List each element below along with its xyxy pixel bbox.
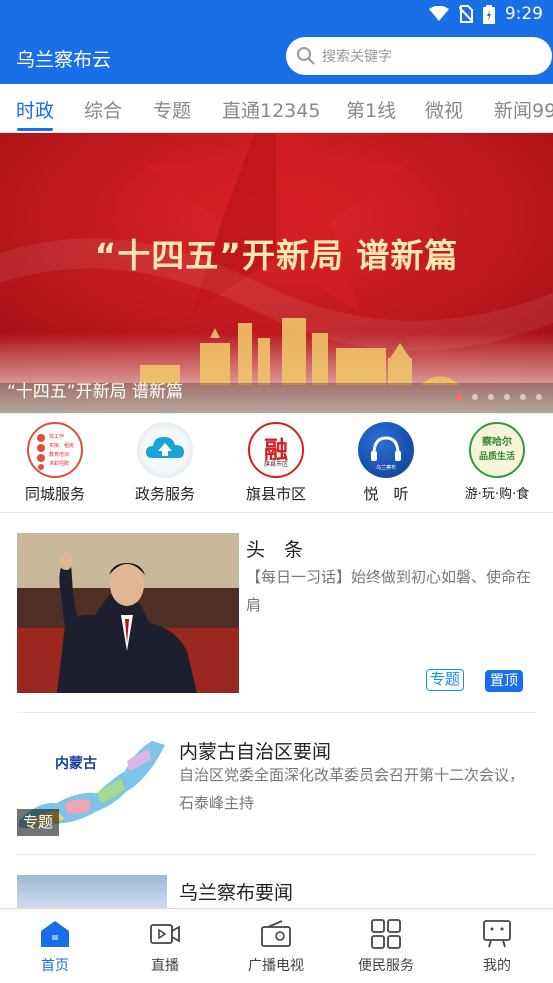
live-video-icon	[150, 924, 180, 944]
service-label: 旗县市区	[245, 485, 306, 503]
badge-line: 求职招聘	[49, 461, 70, 467]
service-label: 游·玩·购·食	[464, 487, 530, 502]
lifestyle-sub: 品质生活	[478, 452, 515, 462]
carousel-dot[interactable]	[504, 394, 510, 400]
home-icon	[41, 921, 69, 947]
channel-tabs: 时政 综合 专题 直通12345 第1线 微视 新闻99	[0, 84, 553, 133]
nav-home[interactable]: 首页	[0, 919, 110, 975]
headphones-icon: 乌兰察布	[358, 422, 414, 478]
banner-caption: “十四五”开新局 谱新篇	[7, 382, 184, 402]
news-thumbnail	[17, 875, 167, 908]
tag-zhuanti[interactable]: 专题	[426, 669, 465, 691]
divider	[17, 712, 536, 713]
wifi-icon	[428, 6, 449, 21]
grid-services-icon	[371, 919, 401, 949]
tab-zhuanti[interactable]: 专题	[153, 96, 191, 123]
nav-services[interactable]: 便民服务	[331, 919, 441, 975]
nav-label: 广播电视	[248, 958, 304, 974]
carousel-dots	[456, 394, 542, 400]
service-label: 同城服务	[24, 485, 85, 503]
app-title: 乌兰察布云	[16, 49, 112, 71]
map-title: 内蒙古	[55, 756, 97, 772]
rong-logo-icon: 融 旗县市区	[248, 422, 304, 478]
rong-sub: 旗县市区	[263, 461, 288, 468]
news-title: 头 条	[246, 539, 304, 561]
badge-line: 买房、租房	[49, 443, 75, 449]
divider	[17, 854, 536, 855]
carousel-dot[interactable]	[456, 394, 462, 400]
search-placeholder: 搜索关键字	[322, 49, 392, 65]
service-qixian[interactable]: 融 旗县市区 旗县市区	[221, 422, 331, 504]
tab-xinwen[interactable]: 新闻99	[494, 96, 553, 123]
search-icon	[297, 47, 315, 65]
nav-live[interactable]: 直播	[110, 919, 220, 975]
tab-weishi[interactable]: 微视	[425, 96, 463, 123]
tab-diyixian[interactable]: 第1线	[346, 96, 396, 123]
carousel-dot[interactable]	[520, 394, 526, 400]
nav-profile[interactable]: 我的	[442, 919, 552, 975]
carousel-dot[interactable]	[536, 394, 542, 400]
tab-zonghe[interactable]: 综合	[84, 96, 122, 123]
battery-icon	[482, 4, 495, 24]
news-summary: 自治区党委全面深化改革委员会召开第十二次会议，石泰峰主持	[179, 766, 525, 812]
nav-label: 直播	[151, 958, 179, 974]
bottom-navigation: 首页 直播 广播电视 便民服务 我的	[0, 908, 553, 983]
banner-headline: “十四五”开新局 谱新篇	[94, 236, 459, 275]
service-zhengwu[interactable]: 政务服务	[110, 422, 220, 504]
city-service-icon: 找工作 买房、租房 教育培训 求职招聘	[27, 422, 83, 478]
tag-pinned: 置顶	[485, 670, 523, 692]
active-tab-indicator	[17, 128, 53, 131]
app-bar: 乌兰察布云 搜索关键字	[0, 30, 553, 84]
nav-radio-tv[interactable]: 广播电视	[221, 919, 331, 975]
service-lifestyle[interactable]: 察哈尔 品质生活 游·玩·购·食	[442, 422, 552, 502]
lifestyle-glyph: 察哈尔	[482, 437, 512, 448]
clock: 9:29	[504, 4, 543, 24]
carousel-dot[interactable]	[488, 394, 494, 400]
nav-label: 便民服务	[358, 958, 414, 974]
carousel-dot[interactable]	[472, 394, 478, 400]
no-sim-icon	[458, 5, 473, 23]
service-label: 政务服务	[134, 485, 195, 503]
tab-shizheng[interactable]: 时政	[16, 96, 54, 123]
badge-line: 教育培训	[49, 452, 70, 458]
tab-zhitong[interactable]: 直通12345	[222, 96, 320, 123]
headphones-sub: 乌兰察布	[375, 465, 396, 471]
news-item-wulanchabu[interactable]: 乌兰察布要闻	[17, 875, 536, 908]
service-tongcheng[interactable]: 找工作 买房、租房 教育培训 求职招聘 同城服务	[0, 422, 110, 504]
thumb-label: 专题	[17, 809, 60, 836]
news-thumbnail: 内蒙古 专题	[17, 731, 167, 836]
service-shortcuts: 找工作 买房、租房 教育培训 求职招聘 同城服务 政务服务 融 旗县市区 旗县市…	[0, 413, 553, 513]
news-thumbnail	[17, 533, 239, 693]
nav-label: 我的	[483, 958, 511, 974]
badge-line: 找工作	[49, 434, 65, 440]
radio-tv-icon	[261, 920, 291, 947]
search-input[interactable]: 搜索关键字	[286, 37, 552, 75]
profile-icon	[483, 920, 511, 948]
news-item-neimenggu[interactable]: 内蒙古 专题 内蒙古自治区要闻 自治区党委全面深化改革委员会召开第十二次会议，石…	[17, 731, 536, 836]
news-title: 乌兰察布要闻	[179, 882, 294, 904]
news-item-headline[interactable]: 头 条 【每日一习话】始终做到初心如磐、使命在肩 专题 置顶	[17, 533, 536, 693]
cloud-upload-icon	[137, 422, 193, 478]
service-yueting[interactable]: 乌兰察布 悦 听	[331, 422, 441, 504]
news-summary: 【每日一习话】始终做到初心如磐、使命在肩	[246, 568, 532, 614]
banner-carousel[interactable]: “十四五”开新局 谱新篇 “十四五”开新局 谱新篇	[0, 133, 553, 413]
news-title: 内蒙古自治区要闻	[179, 741, 332, 763]
service-label: 悦 听	[363, 485, 409, 503]
lifestyle-icon: 察哈尔 品质生活	[469, 422, 525, 478]
status-bar: 9:29	[0, 0, 553, 30]
nav-label: 首页	[41, 958, 69, 974]
